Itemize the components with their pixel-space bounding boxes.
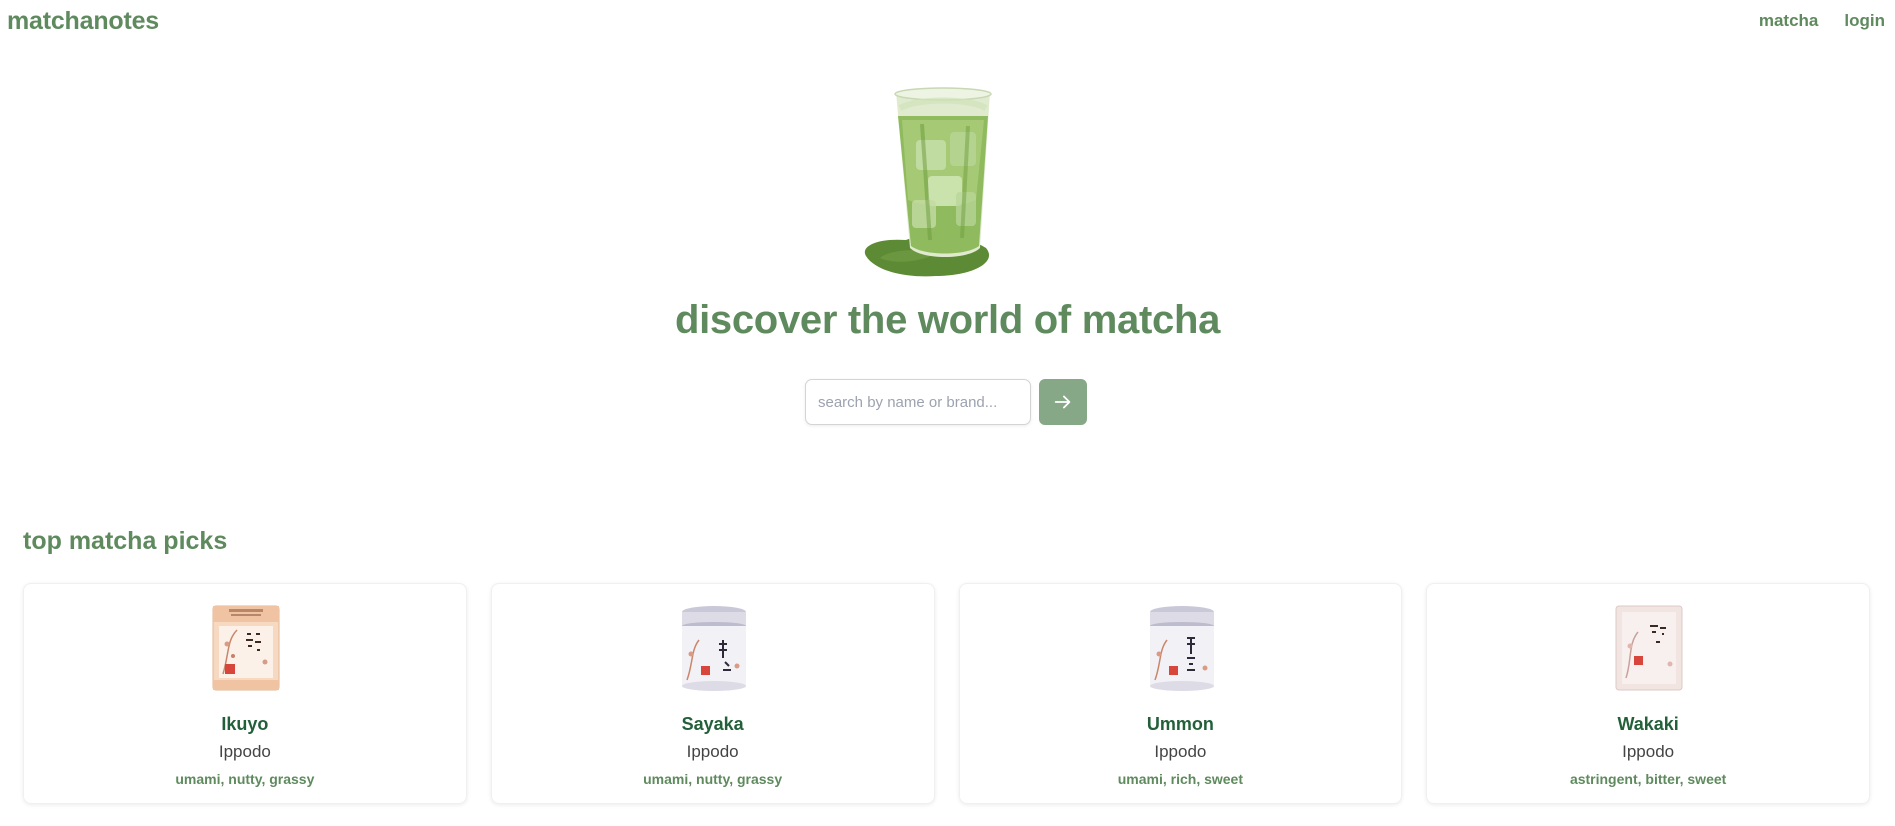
matcha-name: Ikuyo [221,714,269,734]
matcha-flavor-notes: umami, nutty, grassy [175,771,315,787]
matcha-box-image [1615,605,1683,691]
matcha-tin-image [1149,606,1214,691]
matcha-brand: Ippodo [218,742,271,761]
nav-link-login[interactable]: login [1844,11,1885,31]
iced-matcha-glass-illustration [864,87,992,277]
search-input[interactable] [805,379,1031,425]
nav-links: matcha login [1759,11,1885,31]
nav-link-matcha[interactable]: matcha [1759,11,1819,31]
matcha-name: Sayaka [681,714,744,734]
matcha-card[interactable]: Sayaka Ippodo umami, nutty, grassy [490,583,935,804]
matcha-name: Ummon [1146,714,1214,734]
matcha-brand: Ippodo [1154,742,1207,761]
matcha-card[interactable]: Ikuyo Ippodo umami, nutty, grassy [23,583,467,804]
search-submit-button[interactable] [1039,379,1087,425]
matcha-flavor-notes: astringent, bitter, sweet [1569,771,1727,787]
matcha-tin-image [681,606,746,691]
matcha-flavor-notes: umami, rich, sweet [1117,771,1244,787]
section-title: top matcha picks [23,527,228,555]
matcha-flavor-notes: umami, nutty, grassy [643,771,783,787]
matcha-box-image [212,605,280,691]
top-nav: matchanotes matcha login [0,0,1895,44]
hero-title: discover the world of matcha [674,298,1221,342]
site-logo[interactable]: matchanotes [7,7,159,36]
arrow-right-icon [1054,395,1071,409]
matcha-card[interactable]: Wakaki Ippodo astringent, bitter, sweet [1426,583,1870,804]
matcha-brand: Ippodo [686,742,739,761]
matcha-name: Wakaki [1617,714,1679,734]
matcha-card-list: Ikuyo Ippodo umami, nutty, grassy Sayaka… [23,583,1870,804]
matcha-card[interactable]: Ummon Ippodo umami, rich, sweet [958,583,1403,804]
matcha-brand: Ippodo [1622,742,1675,761]
